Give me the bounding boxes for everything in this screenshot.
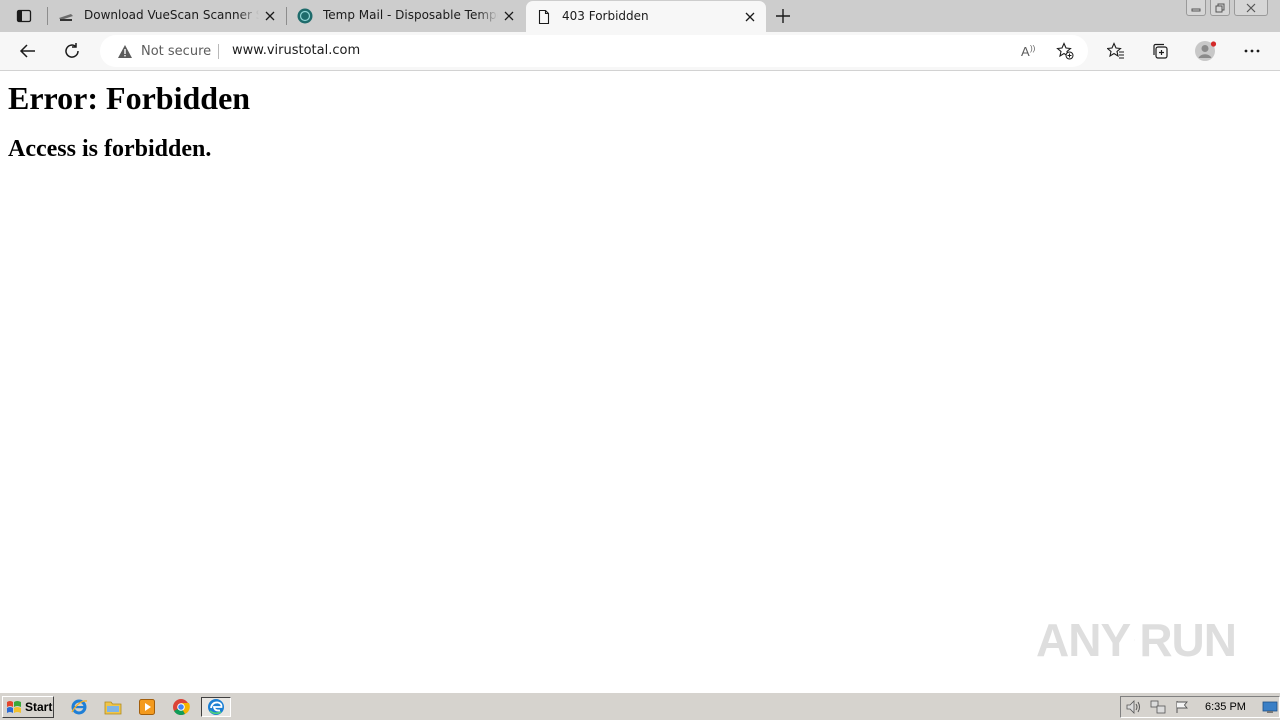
- anyrun-watermark: ANY RUN: [1036, 605, 1237, 675]
- refresh-icon: [65, 43, 79, 58]
- more-button[interactable]: [1237, 37, 1267, 65]
- tab-403-forbidden[interactable]: 403 Forbidden: [526, 1, 766, 32]
- internet-explorer-icon: [71, 699, 88, 715]
- taskbar-media-player[interactable]: [136, 697, 158, 717]
- tab-vuescan[interactable]: Download VueScan Scanner Software: [48, 0, 286, 32]
- close-tab-button[interactable]: [501, 8, 517, 24]
- flag-icon: [1176, 701, 1188, 713]
- tab-strip: Download VueScan Scanner Software Temp M…: [0, 0, 1280, 32]
- restore-button[interactable]: [1210, 0, 1230, 16]
- collections-icon: [1153, 43, 1168, 59]
- close-window-button[interactable]: [1234, 0, 1268, 16]
- svg-text:)): )): [1030, 44, 1036, 53]
- close-icon: [504, 11, 514, 21]
- minimize-button[interactable]: [1186, 0, 1206, 16]
- taskbar-internet-explorer[interactable]: [68, 697, 90, 717]
- security-label: Not secure: [141, 43, 212, 59]
- page-heading: Error: Forbidden: [8, 80, 251, 116]
- document-icon: [538, 9, 550, 25]
- favorites-button[interactable]: [1101, 37, 1131, 65]
- browser-toolbar: Not secure www.virustotal.com A)): [0, 32, 1280, 71]
- page-message: Access is forbidden.: [8, 136, 212, 162]
- collections-button[interactable]: [1145, 37, 1175, 65]
- add-favorite-icon: [1056, 42, 1074, 60]
- read-aloud-button[interactable]: A)): [1015, 37, 1043, 65]
- profile-icon: [1195, 41, 1217, 61]
- more-icon: [1244, 49, 1260, 53]
- close-icon: [265, 11, 275, 21]
- start-button[interactable]: Start: [2, 696, 54, 718]
- tab-actions-icon: [16, 9, 32, 23]
- action-center-button[interactable]: [1173, 699, 1191, 715]
- tab-title: Download VueScan Scanner Software: [84, 8, 259, 22]
- warning-icon: [118, 44, 132, 58]
- back-icon: [19, 44, 35, 58]
- chrome-icon: [173, 699, 190, 716]
- play-logo-icon: [1134, 639, 1136, 641]
- read-aloud-icon: A)): [1021, 44, 1036, 59]
- close-tab-button[interactable]: [262, 8, 278, 24]
- site-info-button[interactable]: Not secure: [117, 35, 211, 67]
- close-icon: [1246, 3, 1256, 12]
- media-player-icon: [139, 699, 155, 715]
- taskbar-edge[interactable]: [201, 697, 231, 717]
- restore-icon: [1215, 3, 1225, 12]
- add-favorite-button[interactable]: [1051, 37, 1079, 65]
- taskbar: Start 6:35 PM: [0, 692, 1280, 720]
- tab-temp-mail[interactable]: Temp Mail - Disposable Temporary Email: [287, 0, 525, 32]
- volume-icon: [1126, 700, 1140, 714]
- profile-button[interactable]: [1191, 37, 1221, 65]
- folder-icon: [104, 701, 122, 715]
- start-label: Start: [25, 700, 53, 714]
- watermark-right-text: RUN: [1139, 614, 1237, 666]
- close-tab-button[interactable]: [742, 9, 758, 25]
- window-controls: [1186, 0, 1268, 18]
- tab-title: Temp Mail - Disposable Temporary Email: [323, 8, 498, 22]
- back-button[interactable]: [13, 37, 43, 65]
- favorites-icon: [1107, 42, 1124, 59]
- address-bar[interactable]: Not secure www.virustotal.com A)): [100, 35, 1088, 67]
- volume-button[interactable]: [1125, 699, 1143, 715]
- minimize-icon: [1191, 8, 1201, 11]
- network-icon: [1150, 700, 1166, 714]
- new-tab-button[interactable]: [770, 4, 796, 28]
- close-icon: [745, 12, 755, 22]
- taskbar-chrome[interactable]: [170, 697, 192, 717]
- taskbar-file-explorer[interactable]: [102, 697, 124, 717]
- page-content: Error: Forbidden Access is forbidden.: [0, 72, 1280, 692]
- refresh-button[interactable]: [57, 37, 87, 65]
- tempmail-icon: [297, 8, 313, 24]
- scanner-icon: [59, 14, 73, 21]
- svg-text:A: A: [1021, 44, 1030, 59]
- network-button[interactable]: [1149, 699, 1167, 715]
- watermark-left-text: ANY: [1036, 614, 1131, 666]
- system-tray: 6:35 PM: [1120, 696, 1280, 718]
- url-text[interactable]: www.virustotal.com: [232, 35, 360, 67]
- tab-actions-button[interactable]: [10, 4, 38, 28]
- edge-icon: [208, 699, 224, 715]
- windows-logo-icon: [7, 701, 21, 713]
- clock[interactable]: 6:35 PM: [1205, 697, 1246, 717]
- tab-title: 403 Forbidden: [562, 9, 649, 23]
- plus-icon: [776, 9, 790, 23]
- desktop-icon: [1262, 701, 1278, 713]
- address-separator: [218, 44, 219, 59]
- show-desktop-button[interactable]: [1261, 699, 1279, 715]
